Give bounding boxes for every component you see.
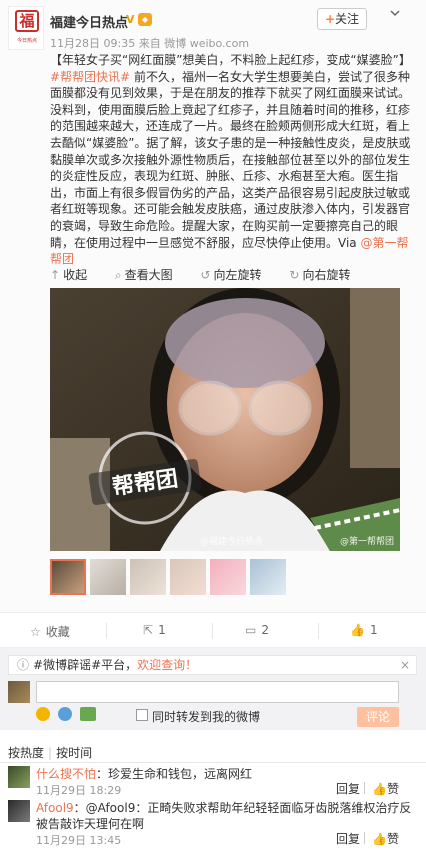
verified-badge-icon: V — [126, 13, 135, 26]
image-toolbar: ↑ 收起 ⌕ 查看大图 ↺ 向左旋转 ↻ 向右旋转 — [50, 266, 400, 284]
plus-icon: + — [324, 12, 336, 26]
also-repost-checkbox[interactable] — [136, 709, 148, 721]
comment-body: ：珍爱生命和钱包，远离网红 — [96, 767, 253, 781]
action-divider — [212, 623, 213, 639]
commenter-name[interactable]: Afool9 — [36, 801, 74, 815]
submit-comment-button[interactable]: 评论 — [357, 707, 399, 727]
notice-link[interactable]: 欢迎查询！ — [137, 658, 197, 672]
rotate-right-button[interactable]: ↻ 向右旋转 — [289, 268, 362, 282]
rotate-right-label: 向右旋转 — [302, 268, 351, 282]
star-icon: ☆ — [30, 625, 41, 639]
thumbnail-1[interactable] — [50, 559, 86, 595]
rotate-left-icon: ↺ — [200, 268, 211, 282]
comment-action-divider — [364, 782, 365, 794]
rotate-left-label: 向左旋转 — [213, 268, 262, 282]
comment-icon: ▭ — [245, 623, 257, 637]
thumbs-up-icon: 👍 — [372, 832, 387, 846]
like-count: 1 — [369, 623, 378, 637]
magnifier-icon: ⌕ — [114, 268, 122, 282]
action-divider — [318, 623, 319, 639]
follow-label: 关注 — [335, 12, 360, 26]
image-credit-left: @福建今日热点 — [200, 535, 263, 547]
avatar-seal: 福 — [15, 10, 39, 32]
commenter-avatar[interactable] — [8, 766, 30, 788]
reply-button[interactable]: 回复 — [336, 830, 360, 847]
favorite-button[interactable]: ☆ 收藏 — [30, 623, 70, 640]
collapse-label: 收起 — [63, 268, 88, 282]
divider — [0, 762, 426, 763]
also-repost-label: 同时转发到我的微博 — [152, 710, 261, 724]
view-large-button[interactable]: ⌕ 查看大图 — [115, 268, 185, 282]
avatar-subtext: 今日热点 — [16, 38, 37, 44]
post-time[interactable]: 11月28日 09:35 — [50, 37, 135, 50]
thumbnail-strip — [50, 559, 410, 599]
comment-body: ：@Afool9：正畸失败求帮助年纪轻轻面临牙齿脱落维权治疗反被告敲诈天理何在啊 — [36, 801, 412, 831]
chevron-down-icon[interactable] — [388, 6, 402, 20]
post-source[interactable]: 微博 weibo.com — [164, 37, 249, 50]
post-photo[interactable]: 帮帮团 @福建今日热点 @第一帮帮团 — [50, 288, 400, 551]
info-icon: ⓘ — [17, 658, 30, 672]
thumbnail-5[interactable] — [210, 559, 246, 595]
comment-time: 11月29日 18:29 — [36, 784, 122, 797]
sort-divider: | — [48, 746, 53, 760]
author-name[interactable]: 福建今日热点 — [50, 12, 128, 31]
comment-input[interactable] — [36, 681, 399, 703]
comment-like-label: 赞 — [386, 782, 399, 796]
action-divider — [106, 623, 107, 639]
rotate-right-icon: ↻ — [289, 268, 300, 282]
my-avatar — [8, 681, 30, 703]
thumbnail-6[interactable] — [250, 559, 286, 595]
comment-button[interactable]: ▭ 2 — [245, 623, 269, 637]
thumbs-up-icon: 👍 — [372, 782, 387, 796]
like-button[interactable]: 👍 1 — [350, 623, 378, 637]
thumbnail-3[interactable] — [130, 559, 166, 595]
source-prefix: 来自 — [138, 37, 161, 50]
content-headline: 【年轻女子买“网红面膜”想美白，不料脸上起红疹，变成“媒婆脸”】 — [50, 53, 411, 67]
weibo-post: 福 今日热点 福建今日热点 V ◆ 11月28日 09:35 来自 微博 wei… — [0, 0, 426, 612]
comment-like-label: 赞 — [386, 832, 399, 846]
close-icon[interactable]: × — [400, 656, 410, 674]
thumbs-up-icon: 👍 — [350, 623, 365, 637]
rotate-left-button[interactable]: ↺ 向左旋转 — [200, 268, 273, 282]
notice-text: #微博辟谣#平台， — [33, 658, 138, 672]
arrow-up-icon: ↑ — [50, 268, 61, 282]
commenter-avatar[interactable] — [8, 800, 30, 822]
hashtag-link[interactable]: #帮帮团快讯# — [50, 70, 130, 84]
collapse-button[interactable]: ↑ 收起 — [50, 268, 99, 282]
comment-like-button[interactable]: 👍赞 — [372, 780, 399, 797]
level-badge-icon: ◆ — [138, 13, 152, 26]
topic-icon[interactable] — [58, 707, 72, 721]
comment-count: 2 — [261, 623, 269, 637]
sort-by-time[interactable]: 按时间 — [56, 746, 92, 760]
author-avatar[interactable]: 福 今日热点 — [8, 6, 44, 50]
repost-count: 1 — [158, 623, 166, 637]
comment-time: 11月29日 13:45 — [36, 834, 122, 847]
comment-action-divider — [364, 832, 365, 844]
thumbnail-4[interactable] — [170, 559, 206, 595]
follow-button[interactable]: +关注 — [317, 8, 367, 30]
thumbnail-2[interactable] — [90, 559, 126, 595]
sort-by-heat[interactable]: 按热度 — [8, 746, 44, 760]
image-icon[interactable] — [80, 707, 96, 721]
comment-sort: 按热度 | 按时间 — [8, 744, 92, 761]
reply-button[interactable]: 回复 — [336, 780, 360, 797]
commenter-name[interactable]: 什么搜不怕 — [36, 767, 96, 781]
view-large-label: 查看大图 — [124, 268, 173, 282]
comment-like-button[interactable]: 👍赞 — [372, 830, 399, 847]
favorite-label: 收藏 — [45, 625, 70, 639]
post-meta: 11月28日 09:35 来自 微博 weibo.com — [50, 35, 249, 51]
image-credit-right: @第一帮帮团 — [340, 535, 394, 547]
content-body: 前不久，福州一名女大学生想要美白，尝试了很多种面膜都没有见到效果，于是在朋友的推… — [50, 69, 411, 250]
comment-text: Afool9：@Afool9：正畸失败求帮助年纪轻轻面临牙齿脱落维权治疗反被告敲… — [36, 800, 416, 832]
post-header: 福 今日热点 福建今日热点 V ◆ 11月28日 09:35 来自 微博 wei… — [0, 0, 426, 52]
repost-icon: ⇱ — [143, 623, 154, 637]
rumor-notice: ⓘ #微博辟谣#平台，欢迎查询！ × — [8, 655, 417, 675]
emoji-icon[interactable] — [36, 707, 50, 721]
repost-button[interactable]: ⇱ 1 — [143, 623, 166, 637]
post-actions: ☆ 收藏 ⇱ 1 ▭ 2 👍 1 — [0, 612, 426, 648]
post-content: 【年轻女子买“网红面膜”想美白，不料脸上起红疹，变成“媒婆脸”】 #帮帮团快讯#… — [50, 52, 416, 268]
